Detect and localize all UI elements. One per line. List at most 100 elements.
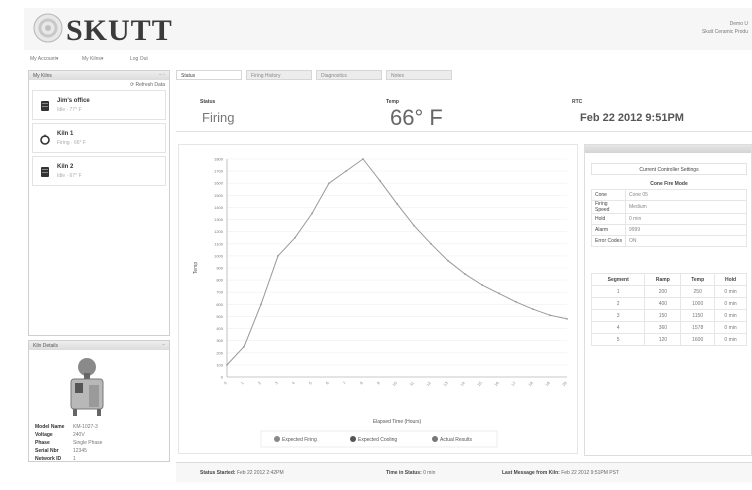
legend-label: Expected Firing [282,437,317,443]
data-point [566,317,568,320]
kiln-details-panel: Kiln Details – Model Name KM-1027-3 Volta… [28,340,170,462]
data-point [260,303,262,306]
y-tick-label: 1700 [214,169,224,174]
setting-value: Medium [625,200,747,214]
detail-key: Phase [35,440,50,446]
kiln-details-table: Model Name KM-1027-3 Voltage 240V Phase Sin… [35,423,106,463]
segment-cell: 2 [590,297,646,310]
x-tick-label: 10 [391,380,398,387]
refresh-icon[interactable]: ⟳ [130,82,134,88]
x-tick-label: 9 [375,380,381,386]
tab-status[interactable]: Status [176,70,242,80]
status-started: Status Started: Feb 22 2012 2:42PM [200,470,284,476]
segment-cell: 360 [644,321,682,334]
detail-value: 12345 [73,448,87,454]
tab-notes[interactable]: Notes [386,70,452,80]
time-in-status-value: 0 min [423,470,436,476]
segment-cell: 3 [590,309,646,322]
data-point [226,363,228,366]
data-point [413,224,415,227]
status-started-label: Status Started: [200,470,236,476]
status-summary: Status Firing Temp 66° F RTC Feb 22 2012… [176,90,752,132]
kiln-name: Kiln 2 [57,164,74,170]
setting-value: 0 min [625,213,747,225]
nav-my-kilns[interactable]: My Kilns▾ [82,56,103,62]
x-tick-label: 16 [493,380,500,387]
tab-firing-history[interactable]: Firing History [246,70,312,80]
segment-cell: 0 min [714,297,747,310]
segment-cell: 1578 [680,321,716,334]
y-tick-label: 1100 [214,241,223,246]
data-point [328,182,330,185]
last-message-value: Feb 22 2012 9:51PM PST [561,470,619,476]
segment-header: Segment [590,273,646,286]
x-tick-label: 5 [307,380,313,386]
user-name[interactable]: Demo U [702,20,748,28]
kiln-idle-icon [41,167,49,177]
kiln-item-kiln-2[interactable]: Kiln 2 Idle · 67° F [32,156,166,186]
data-point [396,202,398,205]
x-tick-label: 3 [273,380,279,386]
segment-cell: 200 [644,285,682,298]
y-tick-label: 1800 [214,157,224,162]
data-point [294,236,296,239]
segment-cell: 0 min [714,285,747,298]
firing-mode: Cone Fire Mode [650,181,688,187]
segment-cell: 1000 [680,297,716,310]
refresh-row: ⟳ Refresh Data [29,80,169,90]
last-message: Last Message from Kiln: Feb 22 2012 9:51… [502,470,619,476]
segment-cell: 1150 [680,309,716,322]
y-tick-label: 1600 [214,181,224,186]
kiln-item-kiln-1[interactable]: Kiln 1 Firing · 66° F [32,123,166,153]
legend-label: Actual Results [440,437,472,443]
y-tick-label: 1400 [214,205,224,210]
y-axis-label: Temp [193,262,199,274]
settings-header [585,145,751,153]
x-tick-label: 15 [476,380,483,387]
x-tick-label: 6 [324,380,330,386]
tab-diagnostics[interactable]: Diagnostics [316,70,382,80]
segment-cell: 400 [644,297,682,310]
detail-key: Serial Nbr [35,448,59,454]
segment-cell: 5 [590,333,646,346]
table-row: 3 150 1150 0 min [590,309,747,322]
kiln-item-jims-office[interactable]: Jim's office Idle · 77° F [32,90,166,120]
top-nav: My Account▾ My Kilns▾ Log Out [24,52,752,66]
y-tick-label: 500 [216,314,223,319]
setting-key: Hold [591,213,626,225]
temp-value: 66° F [390,105,443,130]
my-kilns-header: My Kilns – ▫ [29,71,169,80]
collapse-icon[interactable]: – ▫ [159,72,165,78]
firing-chart-panel: 0 100 200 300 400 500 600 700 800 900 1000 1100 1200… [178,144,578,454]
table-row: 4 360 1578 0 min [590,321,747,334]
kiln-image [70,358,104,416]
y-tick-label: 1300 [214,217,224,222]
segment-cell: 1600 [680,333,716,346]
kiln-details-header: Kiln Details – [29,341,169,350]
main-tabs: Status Firing History Diagnostics Notes [176,70,752,80]
app-header: SKUTT Demo U Skutt Ceramic Produ [24,8,752,50]
data-point [532,308,534,311]
setting-value: 9999 [625,224,747,236]
kiln-idle-icon [41,101,49,111]
data-point [345,170,347,173]
user-info: Demo U Skutt Ceramic Produ [702,20,748,36]
data-point [277,254,279,257]
setting-key: Error Codes [591,235,626,247]
setting-key: Cone [591,189,626,201]
x-tick-label: 17 [510,380,517,387]
x-tick-label: 8 [358,380,364,386]
data-point [447,259,449,262]
nav-log-out[interactable]: Log Out [130,56,148,62]
y-tick-label: 900 [216,266,223,271]
data-point [498,292,500,295]
collapse-icon[interactable]: – [162,342,165,348]
nav-my-account[interactable]: My Account▾ [30,56,58,62]
status-started-value: Feb 22 2012 2:42PM [236,470,284,476]
my-kilns-title: My Kilns [33,73,52,79]
refresh-data-link[interactable]: Refresh Data [136,82,165,88]
detail-value: KM-1027-3 [73,424,98,430]
data-point [362,158,364,160]
time-in-status: Time in Status: 0 min [386,470,435,476]
y-tick-label: 1200 [214,229,224,234]
